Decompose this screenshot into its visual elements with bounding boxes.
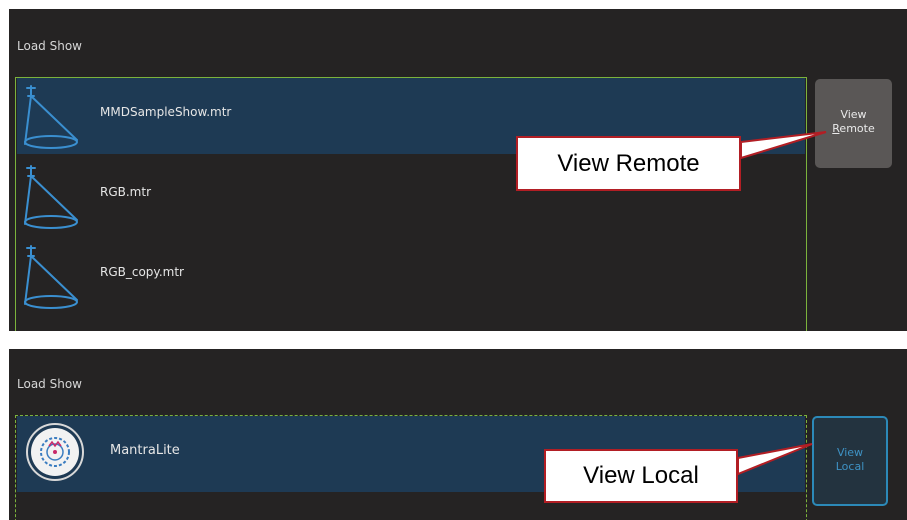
callout-view-local: View Local: [544, 449, 738, 503]
spotlight-icon: [24, 165, 78, 229]
source-name: MantraLite: [110, 443, 180, 458]
load-show-panel-remote: Load Show MMDSampleShow.mtr RGB.mtr RGB_…: [9, 9, 907, 331]
file-name: RGB_copy.mtr: [100, 265, 184, 279]
file-name: MMDSampleShow.mtr: [100, 105, 232, 119]
file-name: RGB.mtr: [100, 185, 152, 199]
load-show-panel-local: Load Show MantraLite View Local: [9, 349, 907, 520]
spotlight-icon: [24, 245, 78, 309]
spotlight-icon: [24, 85, 78, 149]
panel-title: Load Show: [17, 39, 82, 53]
button-label-line2: Local: [835, 460, 865, 473]
view-remote-button[interactable]: View Remote: [815, 79, 892, 168]
list-item[interactable]: RGB_copy.mtr: [17, 238, 805, 314]
button-label-line2: Remote: [815, 122, 892, 136]
button-label-line1: View: [840, 108, 867, 121]
view-local-button[interactable]: View Local: [812, 416, 888, 506]
button-label-text: Remote: [832, 122, 875, 135]
show-file-list[interactable]: MMDSampleShow.mtr RGB.mtr RGB_copy.mtr: [15, 77, 807, 331]
mantra-logo-icon: [26, 423, 84, 481]
panel-title: Load Show: [17, 377, 82, 391]
button-label-line1: View: [836, 446, 864, 459]
callout-view-remote: View Remote: [516, 136, 741, 191]
